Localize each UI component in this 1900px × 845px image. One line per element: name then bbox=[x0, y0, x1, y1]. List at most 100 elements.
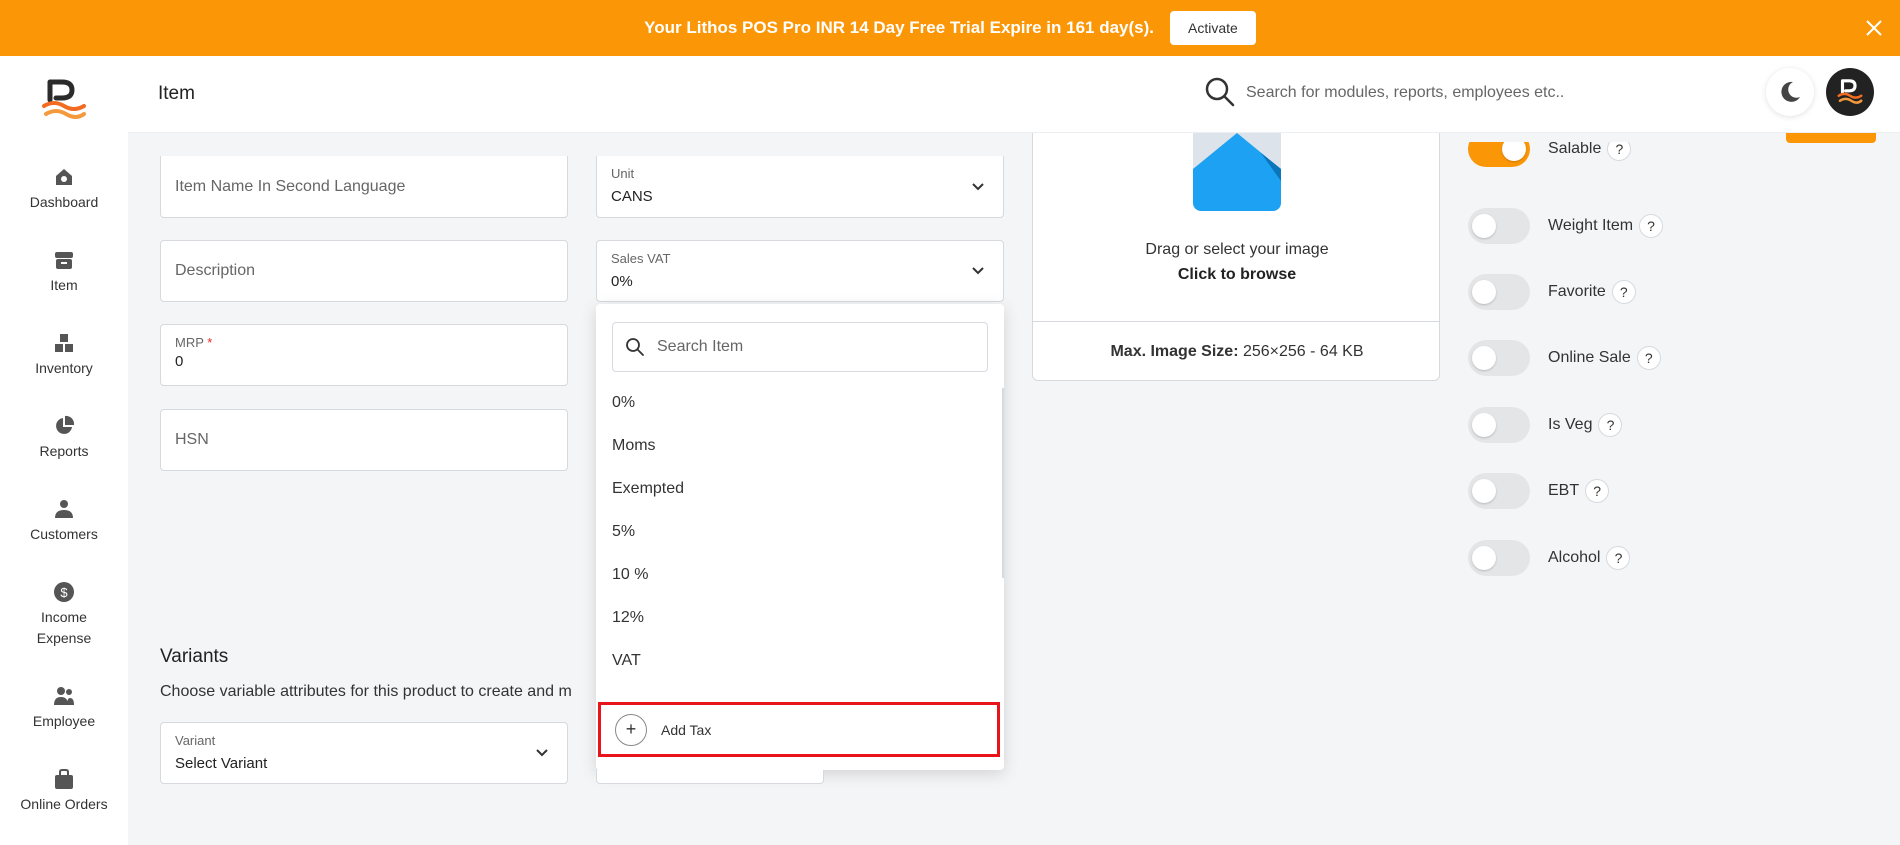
chevron-down-icon bbox=[972, 182, 984, 190]
trial-banner: Your Lithos POS Pro INR 14 Day Free Tria… bbox=[0, 0, 1900, 56]
income-expense-icon: $ bbox=[54, 582, 74, 602]
vat-option[interactable]: 10 % bbox=[612, 566, 648, 584]
toggle-row-favorite: Favorite ? bbox=[1468, 274, 1636, 310]
sales-vat-dropdown: 0% Moms Exempted 5% 10 % 12% VAT + Add T… bbox=[596, 304, 1004, 770]
sidebar-item-label: Dashboard bbox=[29, 194, 99, 210]
dropdown-scrollbar[interactable] bbox=[1002, 388, 1004, 578]
toggle-label: Is Veg bbox=[1548, 416, 1593, 433]
sidebar-item-item[interactable]: Item bbox=[0, 249, 128, 296]
top-header: Item bbox=[128, 56, 1900, 133]
toggle-label: Weight Item bbox=[1548, 217, 1634, 234]
sidebar-item-label: Online Orders bbox=[20, 796, 108, 812]
description-field[interactable] bbox=[160, 240, 568, 302]
help-icon[interactable]: ? bbox=[1636, 346, 1661, 370]
image-upload-dropzone[interactable]: Drag or select your image Click to brows… bbox=[1032, 133, 1440, 381]
global-search-input[interactable] bbox=[1246, 78, 1686, 108]
second-language-name-field[interactable] bbox=[160, 156, 568, 218]
variants-heading: Variants bbox=[160, 646, 229, 667]
dark-mode-toggle[interactable] bbox=[1766, 68, 1814, 116]
vat-option[interactable]: 12% bbox=[612, 609, 644, 627]
variant-select[interactable]: Variant Select Variant bbox=[160, 722, 568, 784]
toggle-row-ebt: EBT ? bbox=[1468, 473, 1610, 509]
help-icon[interactable]: ? bbox=[1639, 214, 1664, 238]
alcohol-toggle[interactable] bbox=[1468, 540, 1530, 576]
dropdown-search-input[interactable] bbox=[657, 323, 977, 371]
variant-value: Select Variant bbox=[175, 755, 268, 772]
ebt-toggle[interactable] bbox=[1468, 473, 1530, 509]
variant-value-field[interactable] bbox=[596, 770, 824, 784]
sidebar-item-customers[interactable]: Customers bbox=[0, 498, 128, 545]
chevron-down-icon bbox=[536, 749, 548, 757]
vat-option[interactable]: VAT bbox=[612, 652, 641, 670]
mrp-field[interactable]: MRP * 0 bbox=[160, 324, 568, 386]
avatar[interactable] bbox=[1826, 68, 1874, 116]
sidebar-item-label: Income bbox=[41, 609, 87, 625]
toggle-label: Favorite bbox=[1548, 283, 1606, 300]
toggle-row-alcohol: Alcohol ? bbox=[1468, 540, 1631, 576]
sidebar-item-label: Reports bbox=[39, 443, 89, 459]
lithos-logo[interactable] bbox=[40, 76, 88, 124]
variant-label: Variant bbox=[175, 733, 216, 748]
sidebar-item-label: Inventory bbox=[35, 360, 93, 376]
add-tax-label: Add Tax bbox=[661, 721, 712, 738]
vat-option[interactable]: Moms bbox=[612, 437, 656, 455]
is-veg-toggle[interactable] bbox=[1468, 407, 1530, 443]
help-icon[interactable]: ? bbox=[1598, 413, 1623, 437]
toggle-row-weight-item: Weight Item ? bbox=[1468, 208, 1664, 244]
sidebar-item-income-expense[interactable]: $ Income Expense bbox=[0, 581, 128, 649]
hsn-input[interactable] bbox=[161, 410, 567, 470]
avatar-logo-icon bbox=[1837, 79, 1863, 104]
add-tax-button[interactable]: + Add Tax bbox=[598, 702, 1000, 757]
toggle-row-is-veg: Is Veg ? bbox=[1468, 407, 1623, 443]
help-icon[interactable]: ? bbox=[1585, 479, 1610, 503]
browse-link[interactable]: Click to browse bbox=[1033, 266, 1441, 284]
online-sale-toggle[interactable] bbox=[1468, 340, 1530, 376]
vat-option[interactable]: 0% bbox=[612, 394, 635, 412]
search-icon[interactable] bbox=[1204, 76, 1236, 108]
sidebar-item-inventory[interactable]: Inventory bbox=[0, 332, 128, 379]
trial-banner-text: Your Lithos POS Pro INR 14 Day Free Tria… bbox=[644, 18, 1155, 37]
toggle-label: EBT bbox=[1548, 482, 1580, 499]
moon-icon bbox=[1781, 81, 1800, 102]
vat-option[interactable]: Exempted bbox=[612, 480, 684, 498]
toggle-label: Online Sale bbox=[1548, 349, 1631, 366]
mrp-value: 0 bbox=[175, 353, 184, 370]
sales-vat-value: 0% bbox=[611, 273, 633, 290]
image-placeholder-icon bbox=[1193, 133, 1281, 211]
unit-value: CANS bbox=[611, 188, 653, 205]
save-button[interactable] bbox=[1786, 133, 1876, 143]
activate-button[interactable]: Activate bbox=[1170, 11, 1256, 45]
sidebar-item-dashboard[interactable]: Dashboard bbox=[0, 166, 128, 213]
customers-icon bbox=[55, 500, 73, 518]
salable-toggle[interactable] bbox=[1468, 142, 1530, 167]
reports-icon bbox=[56, 415, 75, 434]
unit-select[interactable]: Unit CANS bbox=[596, 156, 1004, 218]
sales-vat-select[interactable]: Sales VAT 0% bbox=[596, 240, 1004, 302]
unit-label: Unit bbox=[611, 166, 635, 181]
help-icon[interactable]: ? bbox=[1611, 280, 1636, 304]
close-icon[interactable] bbox=[1860, 14, 1888, 42]
sidebar-item-label: Customers bbox=[30, 526, 98, 542]
sidebar-item-reports[interactable]: Reports bbox=[0, 415, 128, 462]
description-input[interactable] bbox=[161, 241, 567, 301]
second-language-name-input[interactable] bbox=[161, 156, 567, 217]
toggle-label: Salable bbox=[1548, 142, 1602, 157]
variants-description: Choose variable attributes for this prod… bbox=[160, 683, 572, 700]
dashboard-icon bbox=[56, 169, 72, 185]
sidebar-item-online-orders[interactable]: Online Orders bbox=[0, 768, 128, 815]
vat-option[interactable]: 5% bbox=[612, 523, 635, 541]
toggle-row-salable: Salable ? bbox=[1468, 142, 1632, 176]
divider bbox=[1033, 321, 1439, 322]
help-icon[interactable]: ? bbox=[1607, 142, 1632, 161]
favorite-toggle[interactable] bbox=[1468, 274, 1530, 310]
sidebar-item-employee[interactable]: Employee bbox=[0, 685, 128, 732]
hsn-field[interactable] bbox=[160, 409, 568, 471]
help-icon[interactable]: ? bbox=[1606, 546, 1631, 570]
svg-text:$: $ bbox=[60, 585, 68, 600]
dropdown-search-field[interactable] bbox=[612, 322, 988, 372]
max-image-size: Max. Image Size: 256×256 - 64 KB bbox=[1110, 343, 1364, 360]
weight-item-toggle[interactable] bbox=[1468, 208, 1530, 244]
chevron-down-icon bbox=[972, 267, 984, 275]
sidebar: Dashboard Item Inventory Reports Custome… bbox=[0, 56, 128, 845]
employee-icon bbox=[54, 687, 74, 705]
